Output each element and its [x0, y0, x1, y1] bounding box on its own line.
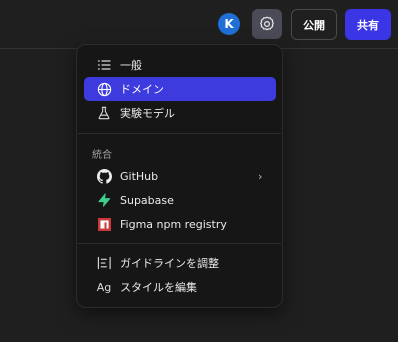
- menu-item-supabase[interactable]: Supabase: [84, 188, 276, 212]
- globe-icon: [96, 81, 112, 97]
- menu-divider: [78, 243, 281, 244]
- settings-button[interactable]: [252, 9, 282, 39]
- guidelines-icon: [96, 255, 112, 271]
- top-toolbar: K 公開 共有: [0, 0, 398, 49]
- gear-icon: [258, 15, 276, 33]
- supabase-icon: [96, 192, 112, 208]
- menu-item-label: ドメイン: [120, 83, 164, 96]
- menu-item-github[interactable]: GitHub ›: [84, 164, 276, 188]
- menu-item-figma-npm-registry[interactable]: Figma npm registry: [84, 212, 276, 236]
- menu-item-label: Figma npm registry: [120, 217, 227, 231]
- integrations-section-label: 統合: [92, 150, 112, 161]
- chevron-right-icon: ›: [258, 169, 263, 183]
- list-icon: [96, 57, 112, 73]
- github-icon: [96, 168, 112, 184]
- share-label: 共有: [357, 18, 379, 32]
- publish-label: 公開: [303, 18, 325, 32]
- menu-divider: [78, 133, 281, 134]
- npm-icon: [96, 216, 112, 232]
- menu-item-label: 一般: [120, 59, 142, 72]
- menu-item-domain[interactable]: ドメイン: [84, 77, 276, 101]
- menu-item-experimental-models[interactable]: 実験モデル: [84, 101, 276, 125]
- publish-button[interactable]: 公開: [291, 9, 337, 40]
- menu-item-label: 実験モデル: [120, 107, 175, 120]
- menu-item-label: スタイルを編集: [120, 281, 197, 294]
- share-button[interactable]: 共有: [345, 9, 391, 40]
- menu-item-adjust-guidelines[interactable]: ガイドラインを調整: [84, 251, 276, 275]
- menu-item-general[interactable]: 一般: [84, 53, 276, 77]
- menu-item-edit-styles[interactable]: Ag スタイルを編集: [84, 275, 276, 299]
- menu-item-label: ガイドラインを調整: [120, 257, 219, 270]
- menu-item-label: GitHub: [120, 169, 159, 183]
- user-avatar[interactable]: K: [218, 13, 240, 35]
- avatar-initial: K: [224, 17, 234, 31]
- settings-dropdown-menu: 一般 ドメイン 実験モデル 統合 GitHub › Supabase Figma…: [76, 44, 283, 308]
- typography-icon: Ag: [96, 280, 112, 294]
- menu-item-label: Supabase: [120, 193, 174, 207]
- flask-icon: [96, 105, 112, 121]
